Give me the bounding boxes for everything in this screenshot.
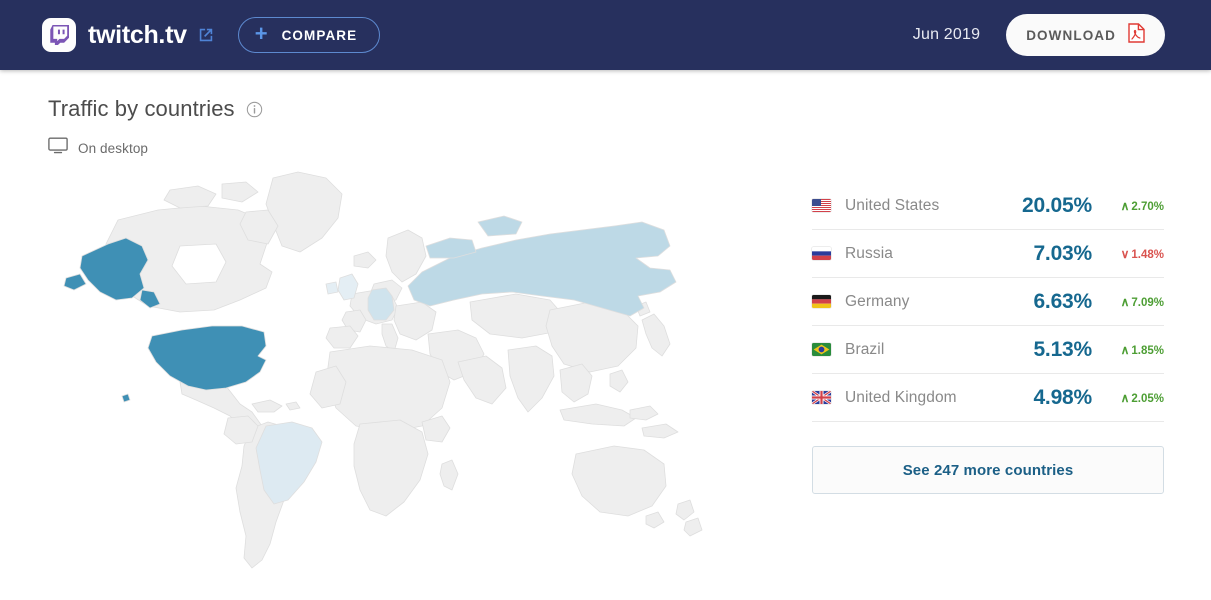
- country-name: United Kingdom: [845, 388, 957, 406]
- caret-up-icon: ∧: [1120, 198, 1130, 213]
- flag-de-icon: [812, 295, 831, 308]
- world-map-svg[interactable]: [30, 160, 710, 575]
- caret-up-icon: ∧: [1120, 342, 1130, 357]
- flag-gb-icon: [812, 391, 831, 404]
- flag-us-icon: [812, 199, 831, 212]
- country-delta-value: 1.85%: [1131, 344, 1164, 357]
- info-circle-icon[interactable]: [246, 101, 263, 118]
- see-more-countries-button[interactable]: See 247 more countries: [812, 446, 1164, 494]
- country-row-brazil[interactable]: Brazil 5.13% ∧ 1.85%: [812, 326, 1164, 374]
- country-traffic-value: 6.63%: [1033, 289, 1092, 313]
- country-delta: ∨ 1.48%: [1092, 247, 1164, 261]
- country-list: United States 20.05% ∧ 2.70% Russia 7.03%…: [812, 182, 1164, 494]
- external-link-icon[interactable]: [198, 27, 214, 43]
- country-traffic-value: 5.13%: [1033, 337, 1092, 361]
- brand: twitch.tv: [42, 18, 214, 52]
- country-delta-value: 7.09%: [1131, 296, 1164, 309]
- country-traffic-value: 4.98%: [1033, 385, 1092, 409]
- country-delta-value: 1.48%: [1131, 248, 1164, 261]
- pdf-file-icon: [1128, 22, 1145, 48]
- page-title: Traffic by countries: [48, 96, 235, 121]
- header-right: Jun 2019 DOWNLOAD: [913, 14, 1165, 56]
- period-label: Jun 2019: [912, 26, 981, 43]
- download-button[interactable]: DOWNLOAD: [1006, 14, 1165, 56]
- caret-up-icon: ∧: [1120, 390, 1130, 405]
- panel-header: Traffic by countries: [48, 70, 1211, 122]
- device-filter-label: On desktop: [78, 140, 149, 156]
- world-map[interactable]: [30, 160, 710, 575]
- country-delta: ∧ 7.09%: [1092, 295, 1164, 309]
- country-row-germany[interactable]: Germany 6.63% ∧ 7.09%: [812, 278, 1164, 326]
- country-delta-value: 2.70%: [1131, 200, 1164, 213]
- country-row-united-states[interactable]: United States 20.05% ∧ 2.70%: [812, 182, 1164, 230]
- country-traffic-value: 7.03%: [1033, 241, 1092, 265]
- device-filter: On desktop: [48, 137, 1211, 159]
- desktop-monitor-icon: [48, 137, 68, 159]
- country-delta-value: 2.05%: [1131, 392, 1164, 405]
- caret-down-icon: ∨: [1120, 246, 1130, 261]
- app-header: twitch.tv + COMPARE Jun 2019 DOWNLOAD: [0, 0, 1211, 70]
- map-region-brazil[interactable]: [255, 421, 323, 505]
- country-delta: ∧ 1.85%: [1092, 343, 1164, 357]
- download-button-label: DOWNLOAD: [1026, 27, 1116, 43]
- country-traffic-value: 20.05%: [1021, 193, 1092, 217]
- country-row-united-kingdom[interactable]: United Kingdom 4.98% ∧ 2.05%: [812, 374, 1164, 422]
- map-region-united-kingdom[interactable]: [325, 273, 359, 301]
- country-name: Russia: [845, 244, 893, 262]
- country-delta: ∧ 2.05%: [1092, 391, 1164, 405]
- compare-button[interactable]: + COMPARE: [237, 17, 381, 53]
- page-content: Traffic by countries On desktop: [0, 70, 1211, 159]
- country-name: Brazil: [845, 340, 885, 358]
- country-name: Germany: [845, 292, 910, 310]
- country-row-russia[interactable]: Russia 7.03% ∨ 1.48%: [812, 230, 1164, 278]
- flag-br-icon: [812, 343, 831, 356]
- site-name: twitch.tv: [88, 20, 187, 49]
- compare-button-label: COMPARE: [281, 27, 358, 43]
- caret-up-icon: ∧: [1120, 294, 1130, 309]
- twitch-glitch-icon: [42, 18, 76, 52]
- country-delta: ∧ 2.70%: [1092, 199, 1164, 213]
- flag-ru-icon: [812, 247, 831, 260]
- country-name: United States: [845, 196, 940, 214]
- plus-icon: +: [254, 21, 268, 46]
